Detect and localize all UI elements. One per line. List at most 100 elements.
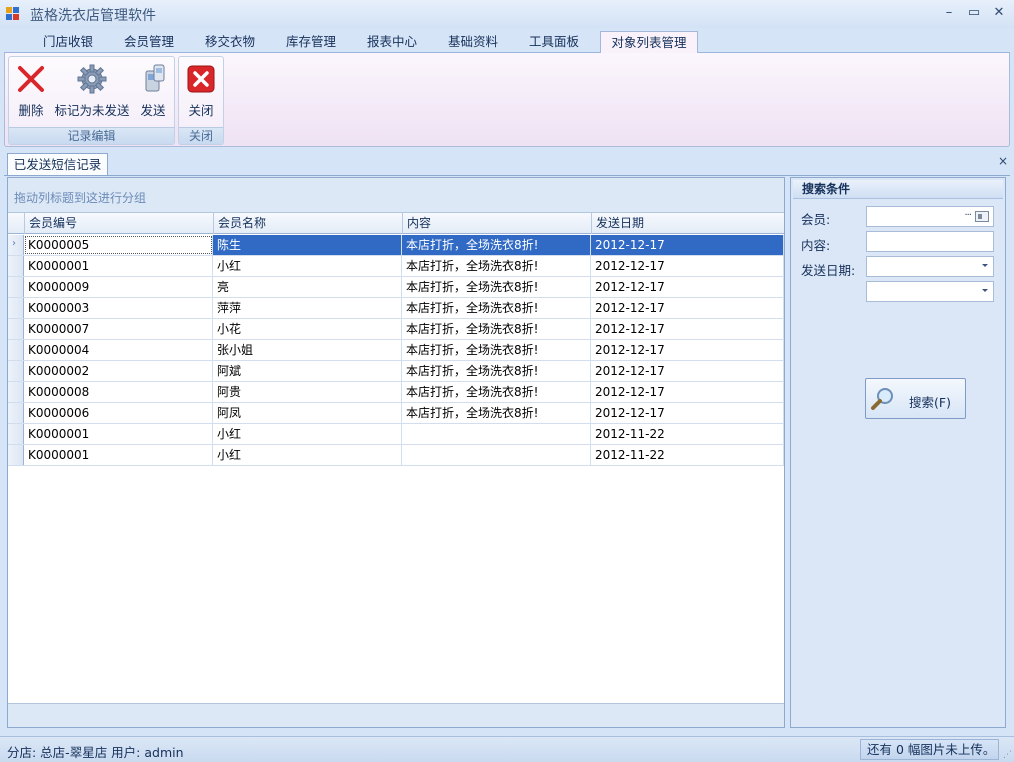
cell-content[interactable]: 本店打折，全场洗衣8折!	[402, 235, 591, 255]
row-indicator[interactable]	[8, 445, 24, 465]
cell-member-id[interactable]: K0000004	[24, 340, 213, 360]
column-header-member-name[interactable]: 会员名称	[213, 213, 402, 234]
table-row[interactable]: K0000001 小红 本店打折，全场洗衣8折! 2012-12-17	[8, 256, 784, 277]
tab-cashier[interactable]: 门店收银	[30, 31, 106, 53]
close-window-button[interactable]: ✕	[988, 4, 1010, 22]
cell-member-id[interactable]: K0000001	[24, 424, 213, 444]
cell-content[interactable]	[402, 445, 591, 465]
cell-member-name[interactable]: 张小姐	[213, 340, 402, 360]
cell-member-name[interactable]: 陈生	[213, 235, 402, 255]
cell-member-id[interactable]: K0000001	[24, 445, 213, 465]
cell-send-date[interactable]: 2012-12-17	[591, 403, 784, 423]
cell-member-id[interactable]: K0000008	[24, 382, 213, 402]
cell-member-name[interactable]: 小花	[213, 319, 402, 339]
row-indicator[interactable]: ›	[8, 235, 24, 255]
cell-content[interactable]: 本店打折，全场洗衣8折!	[402, 319, 591, 339]
cell-member-id[interactable]: K0000005	[24, 235, 213, 255]
cell-send-date[interactable]: 2012-11-22	[591, 445, 784, 465]
cell-content[interactable]: 本店打折，全场洗衣8折!	[402, 298, 591, 318]
cell-send-date[interactable]: 2012-12-17	[591, 277, 784, 297]
tab-basic-data[interactable]: 基础资料	[435, 31, 511, 53]
resize-grip-icon[interactable]: ⋰	[1003, 750, 1012, 760]
tab-members[interactable]: 会员管理	[111, 31, 187, 53]
cell-member-name[interactable]: 小红	[213, 424, 402, 444]
cell-member-id[interactable]: K0000009	[24, 277, 213, 297]
sms-records-grid: 拖动列标题到这进行分组 会员编号 会员名称 内容 发送日期 › K0000005 陈…	[7, 177, 785, 728]
cell-member-name[interactable]: 小红	[213, 256, 402, 276]
send-date-to-select[interactable]	[866, 281, 994, 302]
member-field[interactable]: ···	[866, 206, 994, 227]
cell-content[interactable]: 本店打折，全场洗衣8折!	[402, 277, 591, 297]
cell-content[interactable]: 本店打折，全场洗衣8折!	[402, 340, 591, 360]
table-row[interactable]: K0000007 小花 本店打折，全场洗衣8折! 2012-12-17	[8, 319, 784, 340]
table-row[interactable]: K0000006 阿凤 本店打折，全场洗衣8折! 2012-12-17	[8, 403, 784, 424]
cell-member-id[interactable]: K0000001	[24, 256, 213, 276]
table-row[interactable]: K0000004 张小姐 本店打折，全场洗衣8折! 2012-12-17	[8, 340, 784, 361]
table-row[interactable]: K0000001 小红 2012-11-22	[8, 445, 784, 466]
cell-send-date[interactable]: 2012-12-17	[591, 382, 784, 402]
cell-send-date[interactable]: 2012-12-17	[591, 256, 784, 276]
row-indicator[interactable]	[8, 340, 24, 360]
send-button[interactable]: 发送	[133, 59, 173, 121]
table-row[interactable]: K0000008 阿贵 本店打折，全场洗衣8折! 2012-12-17	[8, 382, 784, 403]
minimize-button[interactable]: –	[938, 4, 960, 22]
cell-send-date[interactable]: 2012-12-17	[591, 340, 784, 360]
mark-unsent-button[interactable]: 标记为未发送	[53, 59, 131, 121]
table-row[interactable]: K0000003 萍萍 本店打折，全场洗衣8折! 2012-12-17	[8, 298, 784, 319]
row-indicator[interactable]	[8, 319, 24, 339]
cell-send-date[interactable]: 2012-12-17	[591, 235, 784, 255]
cell-member-id[interactable]: K0000002	[24, 361, 213, 381]
cell-send-date[interactable]: 2012-12-17	[591, 361, 784, 381]
content-field[interactable]	[866, 231, 994, 252]
id-card-icon[interactable]	[975, 211, 989, 222]
cell-send-date[interactable]: 2012-11-22	[591, 424, 784, 444]
row-indicator[interactable]	[8, 382, 24, 402]
phone-icon	[145, 64, 165, 92]
cell-member-id[interactable]: K0000003	[24, 298, 213, 318]
row-indicator[interactable]	[8, 361, 24, 381]
cell-member-name[interactable]: 小红	[213, 445, 402, 465]
cell-member-id[interactable]: K0000006	[24, 403, 213, 423]
search-button[interactable]: 搜索(F)	[865, 378, 966, 419]
group-by-panel[interactable]: 拖动列标题到这进行分组	[8, 178, 784, 212]
cell-send-date[interactable]: 2012-12-17	[591, 319, 784, 339]
delete-button[interactable]: 删除	[11, 59, 51, 121]
tab-inventory[interactable]: 库存管理	[273, 31, 349, 53]
cell-member-name[interactable]: 阿斌	[213, 361, 402, 381]
ellipsis-button[interactable]: ···	[964, 210, 971, 221]
column-header-member-id[interactable]: 会员编号	[24, 213, 213, 234]
cell-member-name[interactable]: 亮	[213, 277, 402, 297]
send-date-from-select[interactable]	[866, 256, 994, 277]
cell-content[interactable]	[402, 424, 591, 444]
cell-content[interactable]: 本店打折，全场洗衣8折!	[402, 382, 591, 402]
maximize-button[interactable]: ▭	[963, 4, 985, 22]
cell-send-date[interactable]: 2012-12-17	[591, 298, 784, 318]
document-tab-sent-sms[interactable]: 已发送短信记录	[7, 153, 108, 176]
cell-content[interactable]: 本店打折，全场洗衣8折!	[402, 361, 591, 381]
document-close-button[interactable]: ×	[998, 154, 1008, 168]
cell-member-name[interactable]: 萍萍	[213, 298, 402, 318]
column-header-content[interactable]: 内容	[402, 213, 591, 234]
row-indicator[interactable]	[8, 403, 24, 423]
table-row[interactable]: › K0000005 陈生 本店打折，全场洗衣8折! 2012-12-17	[8, 235, 784, 256]
tab-transfer-clothes[interactable]: 移交衣物	[192, 31, 268, 53]
search-panel-title: 搜索条件	[793, 180, 1003, 199]
row-indicator[interactable]	[8, 298, 24, 318]
close-button[interactable]: 关闭	[181, 59, 221, 121]
cell-member-name[interactable]: 阿凤	[213, 403, 402, 423]
cell-content[interactable]: 本店打折，全场洗衣8折!	[402, 256, 591, 276]
tab-tools[interactable]: 工具面板	[516, 31, 592, 53]
cell-content[interactable]: 本店打折，全场洗衣8折!	[402, 403, 591, 423]
column-header-send-date[interactable]: 发送日期	[591, 213, 784, 234]
tab-object-list[interactable]: 对象列表管理	[600, 31, 698, 53]
row-indicator[interactable]	[8, 277, 24, 297]
cell-member-name[interactable]: 阿贵	[213, 382, 402, 402]
row-indicator[interactable]	[8, 256, 24, 276]
table-row[interactable]: K0000002 阿斌 本店打折，全场洗衣8折! 2012-12-17	[8, 361, 784, 382]
table-row[interactable]: K0000009 亮本店打折，全场洗衣8折! 2012-12-17	[8, 277, 784, 298]
status-store-user: 分店: 总店-翠星店 用户: admin	[7, 745, 184, 760]
cell-member-id[interactable]: K0000007	[24, 319, 213, 339]
table-row[interactable]: K0000001 小红 2012-11-22	[8, 424, 784, 445]
row-indicator[interactable]	[8, 424, 24, 444]
tab-reports[interactable]: 报表中心	[354, 31, 430, 53]
